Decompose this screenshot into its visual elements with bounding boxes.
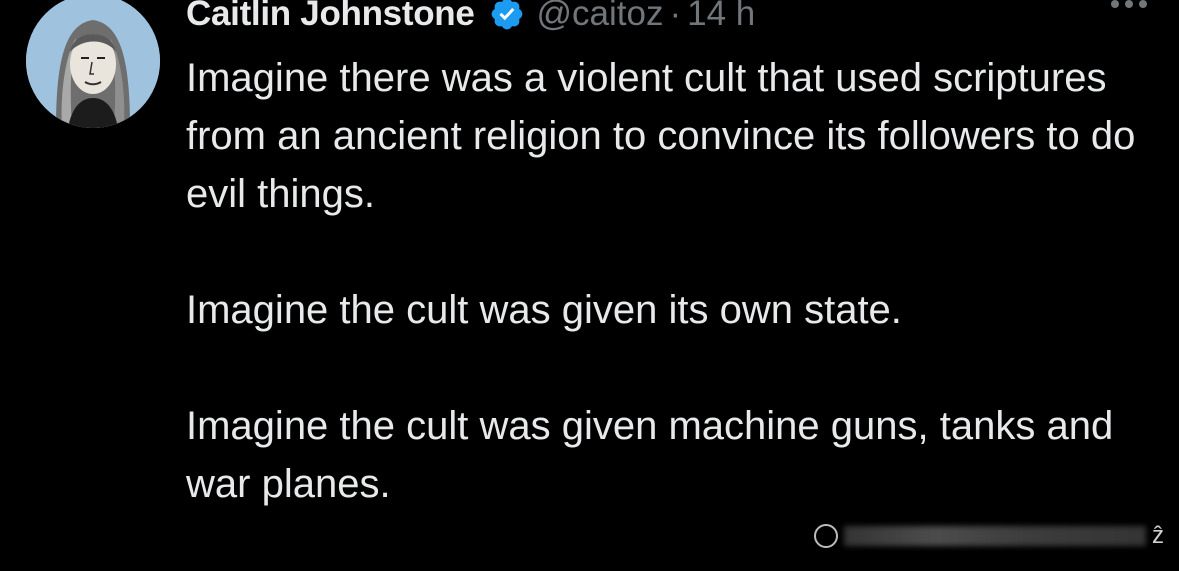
separator-dot: · xyxy=(669,0,682,33)
watermark-blurred-text xyxy=(844,526,1146,546)
more-dot xyxy=(1125,0,1133,8)
tweet-header: Caitlin Johnstone @caitoz · 14 h xyxy=(186,0,755,42)
avatar[interactable] xyxy=(26,0,160,128)
watermark-logo-icon xyxy=(814,524,838,548)
avatar-illustration xyxy=(26,0,160,128)
tweet-paragraph: Imagine the cult was given its own state… xyxy=(186,288,902,332)
tweet-paragraph: Imagine the cult was given machine guns,… xyxy=(186,404,1114,506)
more-dot xyxy=(1139,0,1147,8)
timestamp[interactable]: 14 h xyxy=(687,0,755,34)
verified-badge-icon[interactable] xyxy=(489,0,525,32)
tweet-paragraph: Imagine there was a violent cult that us… xyxy=(186,56,1136,216)
user-handle[interactable]: @caitoz xyxy=(537,0,664,34)
watermark-mark: ẑ xyxy=(1152,522,1164,549)
display-name[interactable]: Caitlin Johnstone xyxy=(186,0,475,34)
more-horizontal-icon[interactable] xyxy=(1111,0,1147,8)
tweet-text: Imagine there was a violent cult that us… xyxy=(186,49,1156,571)
more-dot xyxy=(1111,0,1119,8)
tweet-card[interactable]: Caitlin Johnstone @caitoz · 14 h Imagine… xyxy=(0,0,1179,563)
watermark: ẑ xyxy=(814,516,1164,556)
